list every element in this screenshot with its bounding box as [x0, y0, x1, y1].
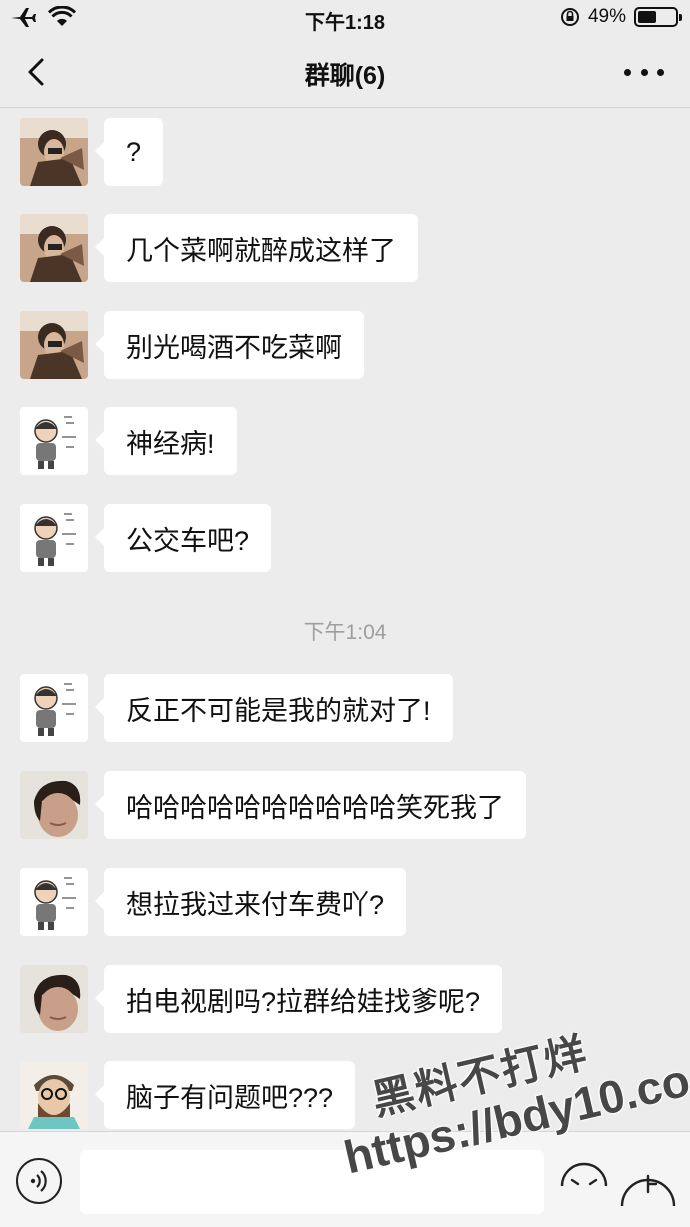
- avatar-user-d[interactable]: [20, 1061, 88, 1129]
- message-bubble[interactable]: 哈哈哈哈哈哈哈哈哈哈笑死我了: [95, 771, 526, 839]
- message-row: 拍电视剧吗?拉群给娃找爹呢?: [20, 965, 503, 1033]
- message-bubble[interactable]: 几个菜啊就醉成这样了: [95, 214, 418, 282]
- orientation-lock-icon: [560, 8, 579, 26]
- message-row: 想拉我过来付车费吖?: [20, 868, 407, 936]
- more-icon[interactable]: [624, 60, 664, 84]
- battery-icon: [634, 7, 682, 27]
- message-row: 哈哈哈哈哈哈哈哈哈哈笑死我了: [20, 771, 526, 839]
- avatar-user-a[interactable]: [20, 214, 88, 282]
- status-bar: 下午1:18 49%: [0, 0, 690, 36]
- input-bar: [0, 1131, 690, 1227]
- avatar-user-b[interactable]: [20, 674, 88, 742]
- message-bubble[interactable]: 想拉我过来付车费吖?: [94, 868, 407, 936]
- status-right: 49%: [560, 6, 682, 28]
- message-input[interactable]: [80, 1150, 544, 1214]
- emoji-icon[interactable]: [558, 1156, 610, 1206]
- avatar-user-a[interactable]: [20, 118, 88, 186]
- message-row: 别光喝酒不吃菜啊: [20, 311, 364, 379]
- avatar-user-b[interactable]: [20, 407, 88, 475]
- message-bubble[interactable]: 脑子有问题吧???: [94, 1061, 356, 1129]
- chat-area[interactable]: ? 几个菜啊就醉成这样了 别光喝酒不吃菜啊 神经病! 公交车吧? 下午1:04 …: [0, 108, 690, 1131]
- message-bubble[interactable]: 神经病!: [95, 407, 237, 475]
- message-bubble[interactable]: ?: [94, 118, 164, 186]
- avatar-user-a[interactable]: [20, 311, 88, 379]
- message-bubble[interactable]: 反正不可能是我的就对了!: [95, 674, 453, 742]
- avatar-user-b[interactable]: [20, 868, 88, 936]
- message-bubble[interactable]: 公交车吧?: [94, 504, 272, 572]
- message-row: 反正不可能是我的就对了!: [20, 674, 453, 742]
- nav-bar: 群聊(6): [0, 36, 690, 108]
- message-row: 公交车吧?: [20, 504, 272, 572]
- avatar-user-c[interactable]: [20, 965, 88, 1033]
- message-row: ?: [20, 118, 164, 186]
- message-bubble[interactable]: 拍电视剧吗?拉群给娃找爹呢?: [94, 965, 503, 1033]
- chat-title: 群聊(6): [304, 62, 386, 90]
- message-row: 几个菜啊就醉成这样了: [20, 214, 418, 282]
- message-row: 脑子有问题吧???: [20, 1061, 356, 1129]
- message-bubble[interactable]: 别光喝酒不吃菜啊: [95, 311, 364, 379]
- message-row: 神经病!: [20, 407, 237, 475]
- avatar-user-b[interactable]: [20, 504, 88, 572]
- battery-percent: 49%: [587, 6, 626, 27]
- battery-fill: [638, 11, 656, 23]
- timestamp-separator: 下午1:04: [303, 621, 387, 644]
- plus-icon[interactable]: [618, 1154, 678, 1208]
- voice-icon[interactable]: [16, 1158, 62, 1204]
- avatar-user-c[interactable]: [20, 771, 88, 839]
